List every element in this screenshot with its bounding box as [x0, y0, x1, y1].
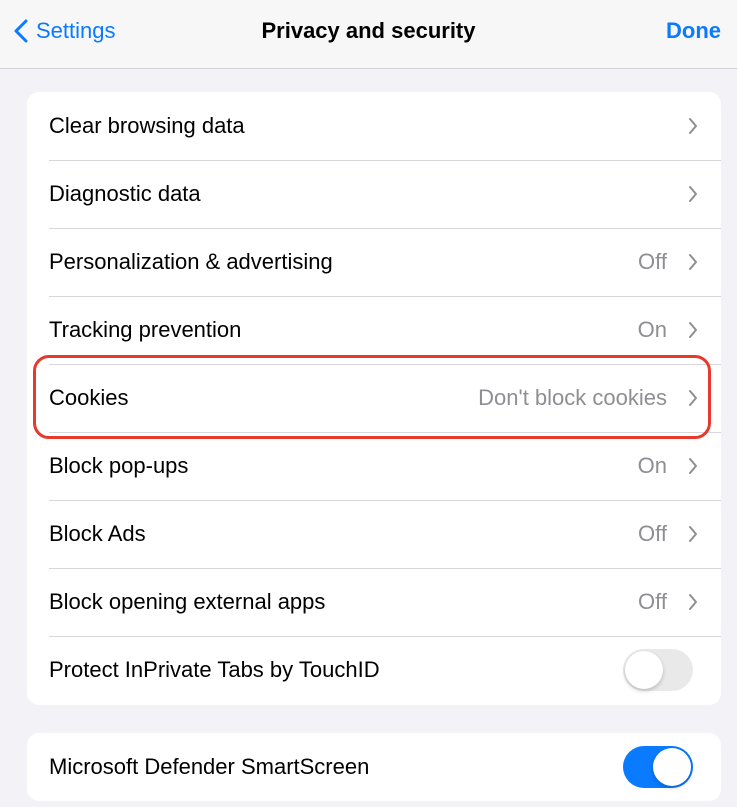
row-value: On — [637, 453, 667, 478]
row-tracking-prevention[interactable]: Tracking prevention On — [27, 296, 721, 364]
row-label: Cookies — [49, 385, 129, 410]
chevron-right-icon — [687, 388, 699, 408]
row-label: Protect InPrivate Tabs by TouchID — [49, 657, 380, 682]
smartscreen-settings-group: Microsoft Defender SmartScreen — [27, 733, 721, 801]
chevron-right-icon — [687, 116, 699, 136]
chevron-right-icon — [687, 252, 699, 272]
chevron-right-icon — [687, 592, 699, 612]
row-value: Off — [638, 521, 667, 546]
row-microsoft-defender-smartscreen: Microsoft Defender SmartScreen — [27, 733, 721, 801]
row-value: Off — [638, 249, 667, 274]
row-cookies[interactable]: Cookies Don't block cookies — [27, 364, 721, 432]
chevron-right-icon — [687, 524, 699, 544]
done-button[interactable]: Done — [666, 16, 721, 46]
touchid-toggle[interactable] — [623, 649, 693, 691]
toggle-knob — [653, 748, 691, 786]
chevron-right-icon — [687, 320, 699, 340]
row-value: On — [637, 317, 667, 342]
chevron-right-icon — [687, 456, 699, 476]
row-block-ads[interactable]: Block Ads Off — [27, 500, 721, 568]
row-clear-browsing-data[interactable]: Clear browsing data — [27, 92, 721, 160]
chevron-left-icon — [14, 19, 28, 43]
row-value: Don't block cookies — [478, 385, 667, 410]
row-label: Diagnostic data — [49, 181, 201, 206]
chevron-right-icon — [687, 184, 699, 204]
row-label: Block opening external apps — [49, 589, 326, 614]
row-label: Block Ads — [49, 521, 146, 546]
navigation-bar: Settings Privacy and security Done — [0, 0, 737, 69]
row-label: Clear browsing data — [49, 113, 245, 138]
back-button-label: Settings — [36, 18, 116, 43]
privacy-settings-group: Clear browsing data Diagnostic data Pers… — [27, 92, 721, 705]
row-label: Microsoft Defender SmartScreen — [49, 754, 370, 779]
smartscreen-toggle[interactable] — [623, 746, 693, 788]
row-block-pop-ups[interactable]: Block pop-ups On — [27, 432, 721, 500]
row-block-opening-external-apps[interactable]: Block opening external apps Off — [27, 568, 721, 636]
back-button[interactable]: Settings — [14, 16, 116, 46]
row-value: Off — [638, 589, 667, 614]
row-protect-inprivate-tabs: Protect InPrivate Tabs by TouchID — [27, 636, 721, 704]
row-label: Personalization & advertising — [49, 249, 333, 274]
row-label: Block pop-ups — [49, 453, 189, 478]
row-label: Tracking prevention — [49, 317, 242, 342]
row-diagnostic-data[interactable]: Diagnostic data — [27, 160, 721, 228]
toggle-knob — [625, 651, 663, 689]
row-personalization-advertising[interactable]: Personalization & advertising Off — [27, 228, 721, 296]
